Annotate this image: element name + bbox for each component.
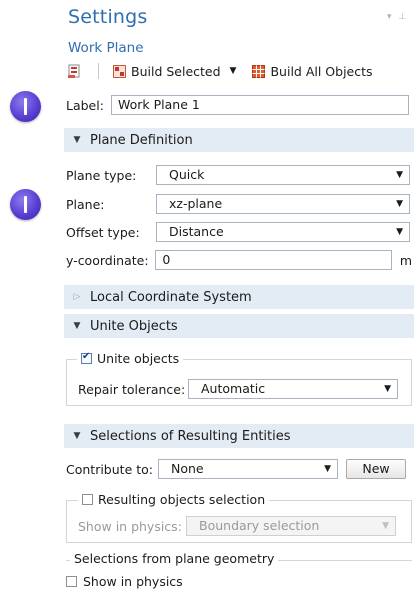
coordinate-label: y-coordinate: [66, 252, 149, 268]
section-title: Selections of Resulting Entities [90, 428, 291, 444]
plane-geometry-legend: Selections from plane geometry [70, 551, 279, 566]
show-in-physics-select[interactable]: Boundary selection ▼ [186, 516, 396, 536]
contribute-select[interactable]: None ▼ [158, 459, 338, 479]
dropdown-arrow-icon: ▼ [396, 170, 403, 180]
contribute-row: Contribute to: None ▼ New [66, 458, 412, 480]
dropdown-arrow-icon: ▼ [324, 464, 331, 474]
plane-label: Plane: [66, 196, 105, 212]
plane-type-value: Quick [169, 167, 205, 182]
section-plane-definition[interactable]: ▼ Plane Definition [64, 128, 414, 152]
label-input[interactable]: Work Plane 1 [111, 95, 409, 115]
plane-show-in-physics-label: Show in physics [83, 574, 183, 589]
build-all-button[interactable]: Build All Objects [252, 63, 373, 79]
plane-geometry-legend-row: Selections from plane geometry [70, 551, 279, 566]
offset-type-select[interactable]: Distance ▼ [156, 222, 410, 242]
unite-objects-checkbox-row[interactable]: Unite objects [77, 351, 184, 366]
section-title: Plane Definition [90, 132, 193, 148]
repair-tolerance-row: Repair tolerance: Automatic ▼ [78, 378, 404, 400]
plane-value: xz-plane [169, 196, 223, 211]
build-selected-icon [113, 64, 126, 78]
coordinate-unit: m [399, 252, 412, 268]
section-title: Local Coordinate System [90, 289, 252, 305]
expand-icon[interactable]: ▼ [64, 431, 90, 441]
callout-marker-2 [10, 189, 41, 220]
section-unite-objects[interactable]: ▼ Unite Objects [64, 314, 414, 338]
plane-type-row: Plane type: Quick ▼ [66, 164, 412, 186]
plane-type-label: Plane type: [66, 167, 137, 183]
expand-icon[interactable]: ▼ [64, 321, 90, 331]
show-in-physics-label: Show in physics: [78, 518, 182, 534]
section-title: Unite Objects [90, 318, 178, 334]
build-selected-label: Build Selected [131, 63, 221, 79]
coordinate-row: y-coordinate: 0 m [66, 249, 412, 271]
toolbar-separator [98, 63, 99, 79]
label-caption: Label: [66, 97, 104, 113]
settings-title: Settings [68, 6, 148, 28]
coordinate-input[interactable]: 0 [155, 250, 392, 270]
toolbar: Build Selected ▼ Build All Objects [68, 62, 373, 80]
offset-type-label: Offset type: [66, 224, 140, 240]
unite-objects-label: Unite objects [97, 351, 180, 366]
repair-tolerance-select[interactable]: Automatic ▼ [188, 379, 398, 399]
expand-icon[interactable]: ▼ [64, 135, 90, 145]
plane-show-in-physics-row[interactable]: Show in physics [66, 574, 183, 589]
build-selected-button[interactable]: Build Selected ▼ [113, 64, 246, 79]
offset-type-row: Offset type: Distance ▼ [66, 221, 412, 243]
node-title: Work Plane [68, 40, 144, 56]
dropdown-arrow-icon: ▼ [396, 199, 403, 209]
contribute-value: None [171, 461, 204, 476]
collapsed-icon[interactable]: ▷ [64, 292, 90, 302]
resulting-objects-checkbox-row[interactable]: Resulting objects selection [78, 492, 270, 507]
section-selections-resulting-entities[interactable]: ▼ Selections of Resulting Entities [64, 424, 414, 448]
offset-type-value: Distance [169, 224, 224, 239]
contribute-label: Contribute to: [66, 461, 153, 477]
plane-show-in-physics-checkbox[interactable] [66, 576, 77, 587]
repair-tolerance-value: Automatic [201, 381, 266, 396]
repair-tolerance-label: Repair tolerance: [78, 381, 186, 397]
new-selection-button[interactable]: New [346, 459, 406, 479]
build-all-icon [252, 64, 266, 78]
show-in-physics-row: Show in physics: Boundary selection ▼ [78, 515, 404, 537]
plane-select[interactable]: xz-plane ▼ [156, 194, 410, 214]
build-preceding-icon[interactable] [68, 64, 82, 79]
plane-type-select[interactable]: Quick ▼ [156, 165, 410, 185]
section-local-coordinate-system[interactable]: ▷ Local Coordinate System [64, 285, 414, 309]
plane-row: Plane: xz-plane ▼ [66, 193, 412, 215]
unite-objects-checkbox[interactable] [81, 351, 92, 364]
dropdown-arrow-icon: ▼ [396, 227, 403, 237]
dropdown-arrow-icon: ▼ [384, 384, 391, 394]
label-row: Label: Work Plane 1 [66, 94, 411, 116]
dropdown-arrow-icon: ▼ [382, 521, 389, 531]
show-in-physics-value: Boundary selection [199, 518, 320, 533]
pin-icon[interactable]: ▾ ⊥ [387, 12, 408, 22]
chevron-down-icon[interactable]: ▼ [230, 66, 237, 76]
callout-marker-1 [10, 91, 41, 122]
build-all-label: Build All Objects [270, 63, 373, 79]
resulting-objects-checkbox[interactable] [82, 494, 93, 505]
resulting-objects-label: Resulting objects selection [98, 492, 266, 507]
